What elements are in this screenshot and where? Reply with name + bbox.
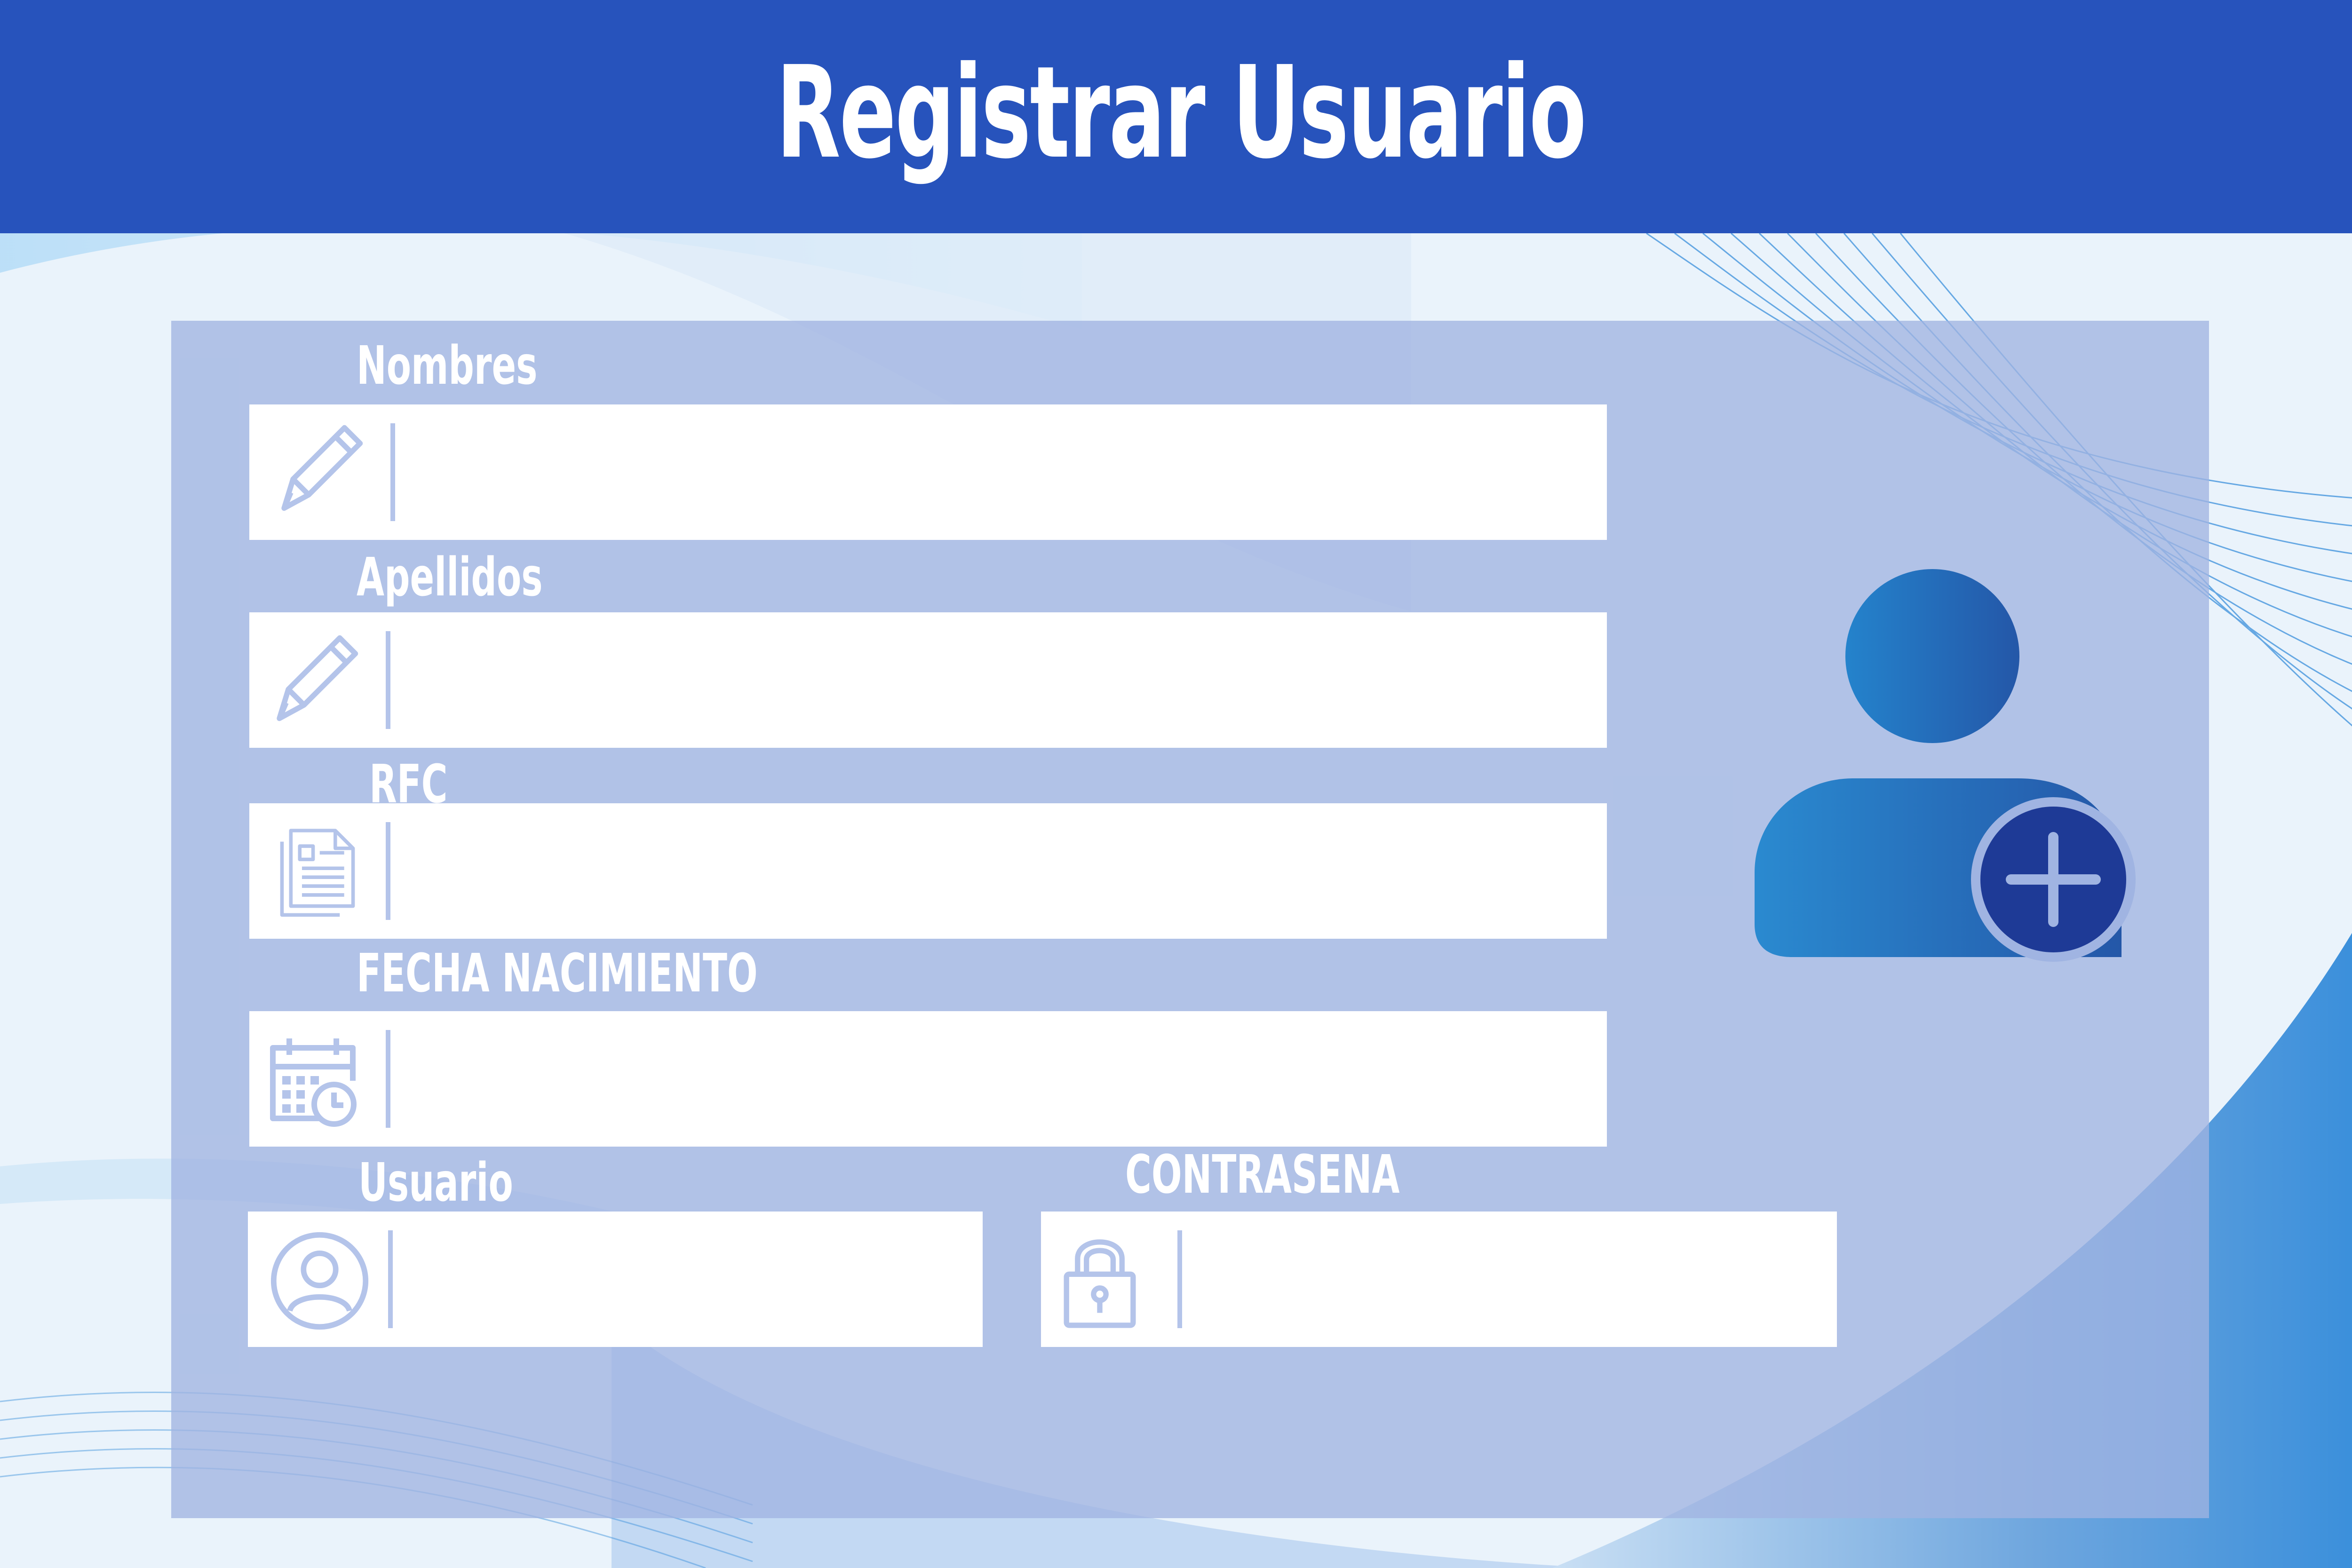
- nombres-field[interactable]: [249, 404, 1607, 540]
- nombres-input[interactable]: [409, 428, 1587, 518]
- nombres-label: Nombres: [357, 335, 538, 396]
- fecha-nacimiento-label: FECHA NACIMIENTO: [357, 943, 758, 1004]
- pencil-icon: [277, 635, 358, 721]
- apellidos-field[interactable]: [249, 612, 1607, 748]
- contrasena-field[interactable]: [1041, 1212, 1837, 1347]
- fecha-nacimiento-field[interactable]: [249, 1011, 1607, 1147]
- calendar-clock-icon: [270, 1038, 357, 1127]
- apellidos-input[interactable]: [405, 636, 1582, 726]
- field-divider: [388, 1230, 393, 1328]
- user-circle-icon: [270, 1232, 369, 1330]
- add-user-icon: [1755, 569, 2136, 962]
- usuario-field[interactable]: [248, 1212, 983, 1347]
- header-bar: Registrar Usuario: [0, 0, 2352, 233]
- usuario-label: Usuario: [358, 1152, 513, 1213]
- fecha-nacimiento-input[interactable]: [405, 1035, 1582, 1125]
- field-divider: [390, 423, 395, 521]
- field-divider: [386, 1030, 390, 1128]
- contrasena-input[interactable]: [1196, 1235, 1819, 1325]
- usuario-input[interactable]: [408, 1235, 965, 1325]
- rfc-field[interactable]: [249, 803, 1607, 939]
- pencil-icon: [281, 425, 363, 511]
- apellidos-label: Apellidos: [357, 547, 543, 608]
- field-divider: [386, 822, 390, 920]
- page-title: Registrar Usuario: [776, 39, 1587, 187]
- lock-icon: [1064, 1239, 1136, 1328]
- field-divider: [1177, 1230, 1182, 1328]
- field-divider: [386, 631, 390, 729]
- rfc-input[interactable]: [405, 827, 1582, 917]
- contrasena-label: CONTRASENA: [1125, 1144, 1400, 1205]
- document-icon: [280, 829, 355, 917]
